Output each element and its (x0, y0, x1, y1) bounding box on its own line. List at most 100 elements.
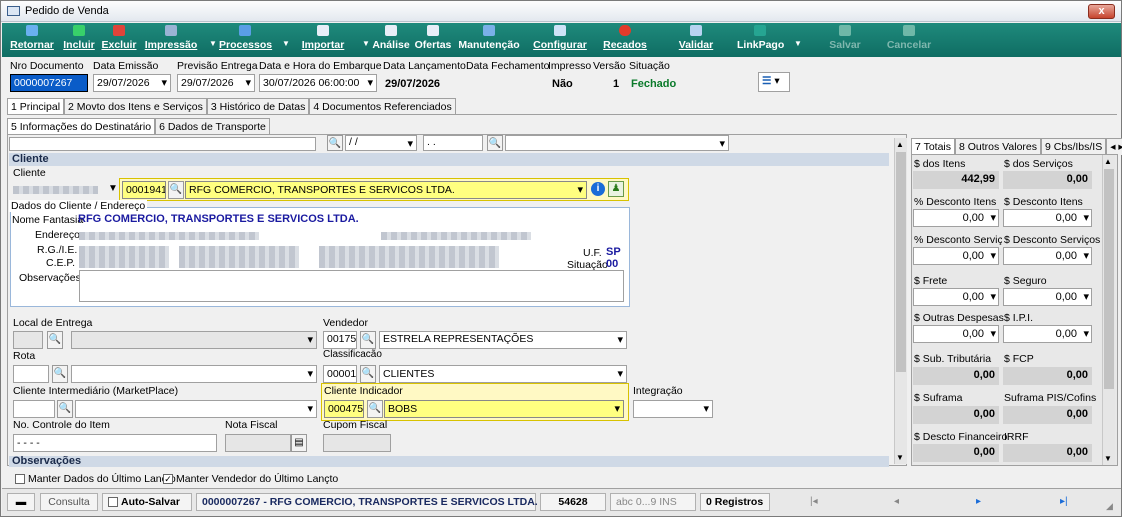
search-icon[interactable]: 🔍 (487, 135, 503, 151)
search-icon[interactable]: 🔍 (57, 400, 73, 418)
chevron-down-icon[interactable]: ▼ (108, 183, 118, 194)
checkbox[interactable] (15, 474, 25, 485)
tab-principal[interactable]: 1 Principal (7, 98, 65, 115)
data-emissao-field[interactable]: 29/07/2026 (93, 74, 171, 92)
cancelar-button[interactable]: Cancelar (886, 25, 932, 55)
frete-field[interactable]: 0,00 (913, 288, 999, 306)
next-record-icon[interactable]: ▸ (976, 496, 981, 507)
indicador-codigo[interactable]: 0004753 (324, 400, 364, 418)
first-record-icon[interactable]: |◂ (810, 496, 818, 507)
processos-button[interactable]: Processos (219, 25, 272, 55)
retornar-button[interactable]: Retornar (8, 25, 56, 55)
controle-field[interactable]: - - - - (13, 434, 217, 452)
indicador-select[interactable]: BOBS (384, 400, 624, 418)
previsao-entrega-field[interactable]: 29/07/2026 (177, 74, 255, 92)
configurar-button[interactable]: Configurar (532, 25, 588, 55)
integracao-select[interactable] (633, 400, 713, 418)
top-field[interactable] (9, 137, 316, 151)
tab-scroll-arrows[interactable]: ◂ ▸ (1106, 138, 1122, 155)
auto-salvar-checkbox[interactable]: Auto-Salvar (102, 493, 192, 511)
desc-serv-pct-field[interactable]: 0,00 (913, 247, 999, 265)
record-code: 54628 (540, 493, 606, 511)
importar-dropdown[interactable]: ▼ (358, 25, 370, 55)
last-record-icon[interactable]: ▸| (1060, 496, 1068, 507)
outras-label: $ Outras Despesas (914, 312, 1004, 324)
excluir-button[interactable]: Excluir (100, 25, 138, 55)
intermediario-select[interactable] (75, 400, 317, 418)
vendedor-codigo[interactable]: 00175 (323, 331, 357, 349)
observacoes-field[interactable] (79, 270, 624, 302)
rota-select[interactable] (71, 365, 317, 383)
ipi-field[interactable]: 0,00 (1003, 325, 1092, 343)
tab-cbs-ibs[interactable]: 9 Cbs/Ibs/IS (1041, 138, 1107, 155)
keyboard-icon[interactable]: ▬ (7, 493, 35, 511)
cupom-field[interactable] (323, 434, 391, 452)
local-entrega-codigo[interactable] (13, 331, 43, 349)
main-scrollbar[interactable]: ▲ ▼ (894, 138, 907, 464)
tab-dados-transporte[interactable]: 6 Dados de Transporte (155, 118, 270, 135)
manutencao-button[interactable]: Manutenção (458, 25, 520, 55)
vendedor-select[interactable]: ESTRELA REPRESENTAÇÕES (379, 331, 627, 349)
search-icon[interactable]: 🔍 (360, 331, 376, 349)
impressao-button[interactable]: Impressão (144, 25, 198, 55)
document-icon[interactable]: ▤ (291, 434, 307, 452)
classificacao-codigo[interactable]: 00001 (323, 365, 357, 383)
search-icon[interactable]: 🔍 (367, 400, 383, 418)
seguro-field[interactable]: 0,00 (1003, 288, 1092, 306)
classificacao-select[interactable]: CLIENTES (379, 365, 627, 383)
list-menu-button[interactable]: ☰ ▾ (758, 72, 790, 92)
intermediario-codigo[interactable] (13, 400, 55, 418)
linkpago-dropdown[interactable]: ▼ (790, 25, 802, 55)
data-embarque-field[interactable]: 30/07/2026 06:00:00 (259, 74, 377, 92)
scroll-thumb[interactable] (896, 152, 906, 372)
search-icon[interactable]: 🔍 (52, 365, 68, 383)
resize-grip-icon[interactable]: ◢ (1106, 501, 1113, 512)
close-button[interactable]: x (1088, 4, 1115, 19)
scroll-thumb[interactable] (1104, 169, 1114, 389)
impressao-dropdown[interactable]: ▼ (205, 25, 217, 55)
manter-dados-checkbox[interactable]: Manter Dados do Último Lançto (15, 473, 176, 485)
tab-informacoes-destinatario[interactable]: 5 Informações do Destinatário (7, 118, 156, 135)
nro-documento-field[interactable]: 0000007267 (10, 74, 88, 92)
tab-outros-valores[interactable]: 8 Outros Valores (955, 138, 1042, 155)
linkpago-button[interactable]: LinkPago (737, 25, 784, 55)
search-icon[interactable]: 🔍 (327, 135, 343, 151)
totals-scrollbar[interactable]: ▲ ▼ (1102, 155, 1115, 465)
ipi-label: $ I.P.I. (1004, 312, 1033, 324)
checkbox[interactable] (108, 497, 118, 508)
checkbox-checked[interactable]: ✓ (163, 474, 173, 485)
registros-count: 0 Registros (700, 493, 770, 511)
search-icon[interactable]: 🔍 (168, 181, 184, 199)
person-icon[interactable]: ♟ (608, 181, 624, 197)
recados-button[interactable]: Recados (602, 25, 648, 55)
cliente-nome-select[interactable]: RFG COMERCIO, TRANSPORTES E SERVICOS LTD… (185, 181, 587, 199)
desc-itens-pct-field[interactable]: 0,00 (913, 209, 999, 227)
desc-serv-field[interactable]: 0,00 (1003, 247, 1092, 265)
top-date-field[interactable]: / / (345, 135, 417, 151)
info-icon[interactable]: i (591, 182, 605, 196)
search-icon[interactable]: 🔍 (47, 331, 63, 349)
prev-record-icon[interactable]: ◂ (894, 496, 899, 507)
cliente-codigo-field[interactable]: 0001941 (122, 181, 166, 199)
rota-codigo[interactable] (13, 365, 49, 383)
tab-historico-datas[interactable]: 3 Histórico de Datas (206, 98, 310, 115)
desc-itens-field[interactable]: 0,00 (1003, 209, 1092, 227)
ofertas-button[interactable]: Ofertas (414, 25, 452, 55)
outras-field[interactable]: 0,00 (913, 325, 999, 343)
consulta-button[interactable]: Consulta (40, 493, 98, 511)
manter-vendedor-checkbox[interactable]: ✓ Manter Vendedor do Último Lançto (163, 473, 338, 485)
processos-dropdown[interactable]: ▼ (278, 25, 290, 55)
salvar-button[interactable]: Salvar (828, 25, 862, 55)
local-entrega-select[interactable] (71, 331, 317, 349)
top-dots-field[interactable]: . . (423, 135, 483, 151)
importar-button[interactable]: Importar (300, 25, 346, 55)
analise-button[interactable]: Análise (371, 25, 411, 55)
tab-totais[interactable]: 7 Totais (911, 138, 955, 155)
search-icon[interactable]: 🔍 (360, 365, 376, 383)
nota-fiscal-field[interactable] (225, 434, 291, 452)
tab-documentos-referenciados[interactable]: 4 Documentos Referenciados (309, 98, 456, 115)
incluir-button[interactable]: Incluir (62, 25, 96, 55)
tab-movto-itens[interactable]: 2 Movto dos Itens e Serviços (64, 98, 207, 115)
top-select[interactable] (505, 135, 729, 151)
validar-button[interactable]: Validar (678, 25, 714, 55)
